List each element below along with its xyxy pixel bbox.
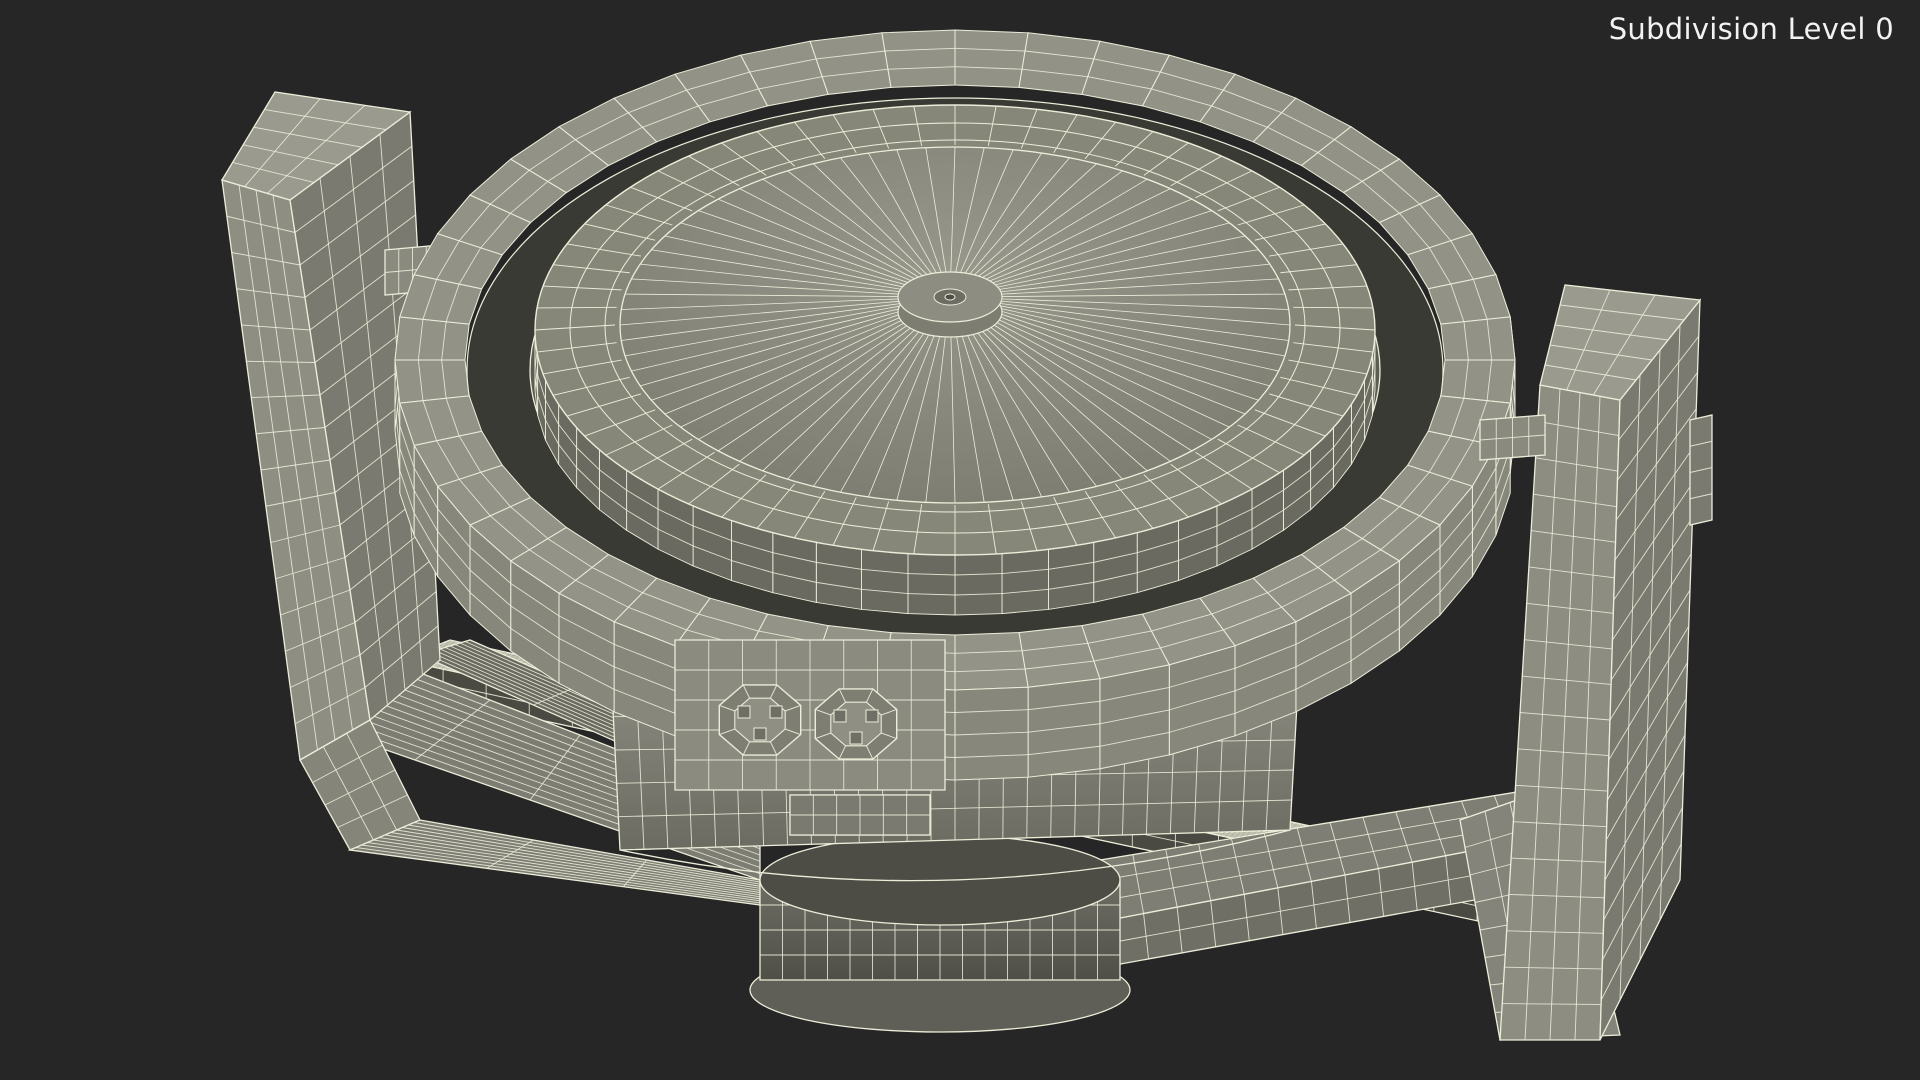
model-viewport[interactable]: Subdivision Level 0 <box>0 0 1920 1080</box>
subdivision-level-label: Subdivision Level 0 <box>1608 12 1894 46</box>
inner-disc <box>529 104 1381 616</box>
wireframe-model <box>221 29 1713 1041</box>
left-knob <box>718 684 802 756</box>
right-knob <box>814 688 898 760</box>
pedestal-base <box>749 834 1131 1033</box>
front-control-panel <box>674 639 946 791</box>
